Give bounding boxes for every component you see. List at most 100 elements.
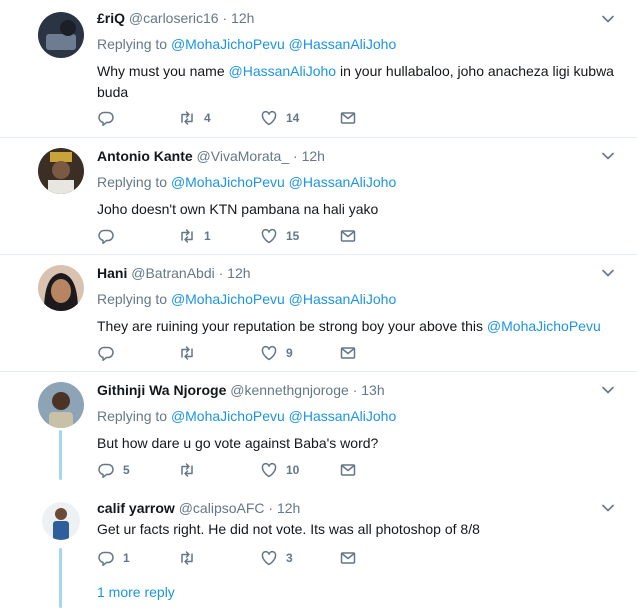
direct-message-button[interactable] <box>339 226 357 246</box>
timestamp[interactable]: 12h <box>302 148 325 164</box>
tweet-actions: 1 3 <box>97 548 417 568</box>
user-handle[interactable]: @BatranAbdi <box>131 265 214 281</box>
replying-to: Replying to @MohaJichoPevu @HassanAliJoh… <box>97 35 617 53</box>
reply-mention[interactable]: @MohaJichoPevu <box>171 408 285 424</box>
timestamp[interactable]: 13h <box>361 382 384 398</box>
retweet-button[interactable] <box>178 343 204 363</box>
direct-message-button[interactable] <box>339 108 357 128</box>
display-name[interactable]: Githinji Wa Njoroge <box>97 382 226 398</box>
tweet-header: Hani @BatranAbdi · 12h <box>97 264 617 283</box>
user-handle[interactable]: @carloseric16 <box>129 10 219 26</box>
envelope-icon <box>339 344 357 362</box>
retweet-button[interactable]: 4 <box>178 108 211 128</box>
like-button[interactable]: 15 <box>260 226 299 246</box>
user-handle[interactable]: @VivaMorata_ <box>197 148 290 164</box>
chevron-down-icon[interactable] <box>601 383 615 397</box>
reply-button[interactable]: 1 <box>97 548 130 568</box>
reply-mention[interactable]: @HassanAliJoho <box>289 408 397 424</box>
heart-icon <box>260 109 278 127</box>
replying-to: Replying to @MohaJichoPevu @HassanAliJoh… <box>97 407 617 425</box>
reply-mention[interactable]: @MohaJichoPevu <box>171 291 285 307</box>
separator-dot: · <box>293 148 298 164</box>
display-name[interactable]: calif yarrow <box>97 500 175 516</box>
reply-button[interactable] <box>97 343 123 363</box>
retweet-button[interactable] <box>178 460 204 480</box>
tweet-3[interactable]: Hani @BatranAbdi · 12h Replying to @Moha… <box>0 255 637 371</box>
timestamp[interactable]: 12h <box>231 10 254 26</box>
retweet-icon <box>178 109 196 127</box>
chevron-down-icon[interactable] <box>601 266 615 280</box>
like-button[interactable]: 3 <box>260 548 293 568</box>
heart-icon <box>260 461 278 479</box>
like-button[interactable]: 10 <box>260 460 299 480</box>
reply-mention[interactable]: @HassanAliJoho <box>289 291 397 307</box>
user-handle[interactable]: @kennethgnjoroge <box>230 382 349 398</box>
tweet-4[interactable]: Githinji Wa Njoroge @kennethgnjoroge · 1… <box>0 372 637 490</box>
avatar[interactable] <box>38 382 84 428</box>
tweet-2[interactable]: Antonio Kante @VivaMorata_ · 12h Replyin… <box>0 138 637 254</box>
tweet-text: They are ruining your reputation be stro… <box>97 316 617 337</box>
envelope-icon <box>339 461 357 479</box>
avatar[interactable] <box>38 12 84 58</box>
like-button[interactable]: 9 <box>260 343 293 363</box>
tweet-text-part: Get ur facts right. He did not vote. Its… <box>97 521 480 537</box>
tweet-actions: 4 14 <box>97 108 417 128</box>
like-button[interactable]: 14 <box>260 108 299 128</box>
reply-mention[interactable]: @MohaJichoPevu <box>171 36 285 52</box>
tweet-text: Get ur facts right. He did not vote. Its… <box>97 519 617 540</box>
chevron-down-icon[interactable] <box>601 12 615 26</box>
retweet-button[interactable]: 1 <box>178 226 211 246</box>
reply-button[interactable]: 5 <box>97 460 130 480</box>
chevron-down-icon[interactable] <box>601 501 615 515</box>
avatar[interactable] <box>42 502 80 540</box>
reply-count: 1 <box>123 551 130 565</box>
direct-message-button[interactable] <box>339 460 357 480</box>
heart-icon <box>260 549 278 567</box>
retweet-count: 4 <box>204 111 211 125</box>
like-count: 3 <box>286 551 293 565</box>
tweet-actions: 1 15 <box>97 226 417 246</box>
direct-message-button[interactable] <box>339 343 357 363</box>
tweet-actions: 9 <box>97 343 417 363</box>
tweet-header: Githinji Wa Njoroge @kennethgnjoroge · 1… <box>97 381 617 400</box>
timestamp[interactable]: 12h <box>277 500 300 516</box>
tweet-text-part: But how dare u go vote against Baba's wo… <box>97 435 379 451</box>
reply-mention[interactable]: @MohaJichoPevu <box>171 174 285 190</box>
replying-to-label: Replying to <box>97 174 168 190</box>
avatar[interactable] <box>38 148 84 194</box>
tweet-5[interactable]: calif yarrow @calipsoAFC · 12h Get ur fa… <box>0 490 637 580</box>
display-name[interactable]: £riQ <box>97 10 125 26</box>
user-handle[interactable]: @calipsoAFC <box>179 500 265 516</box>
display-name[interactable]: Hani <box>97 265 127 281</box>
envelope-icon <box>339 227 357 245</box>
like-count: 10 <box>286 463 300 477</box>
avatar[interactable] <box>38 265 84 311</box>
reply-icon <box>97 461 115 479</box>
heart-icon <box>260 227 278 245</box>
reply-mention[interactable]: @HassanAliJoho <box>289 36 397 52</box>
chevron-down-icon[interactable] <box>601 149 615 163</box>
heart-icon <box>260 344 278 362</box>
like-count: 14 <box>286 111 300 125</box>
retweet-button[interactable] <box>178 548 204 568</box>
separator-dot: · <box>218 265 224 281</box>
timestamp[interactable]: 12h <box>227 265 250 281</box>
retweet-icon <box>178 344 196 362</box>
replying-to-label: Replying to <box>97 291 168 307</box>
reply-count: 5 <box>123 463 130 477</box>
like-count: 15 <box>286 229 300 243</box>
reply-mention[interactable]: @HassanAliJoho <box>289 174 397 190</box>
tweet-1[interactable]: £riQ @carloseric16 · 12h Replying to @Mo… <box>0 0 637 135</box>
tweet-mention[interactable]: @HassanAliJoho <box>229 63 337 79</box>
display-name[interactable]: Antonio Kante <box>97 148 193 164</box>
reply-button[interactable] <box>97 226 123 246</box>
tweet-text-part: Why must you name <box>97 63 229 79</box>
envelope-icon <box>339 109 357 127</box>
reply-icon <box>97 109 115 127</box>
tweet-mention[interactable]: @MohaJichoPevu <box>487 318 601 334</box>
retweet-icon <box>178 549 196 567</box>
direct-message-button[interactable] <box>339 548 357 568</box>
reply-button[interactable] <box>97 108 123 128</box>
show-more-replies-link[interactable]: 1 more reply <box>97 584 175 600</box>
tweet-header: calif yarrow @calipsoAFC · 12h <box>97 499 617 518</box>
